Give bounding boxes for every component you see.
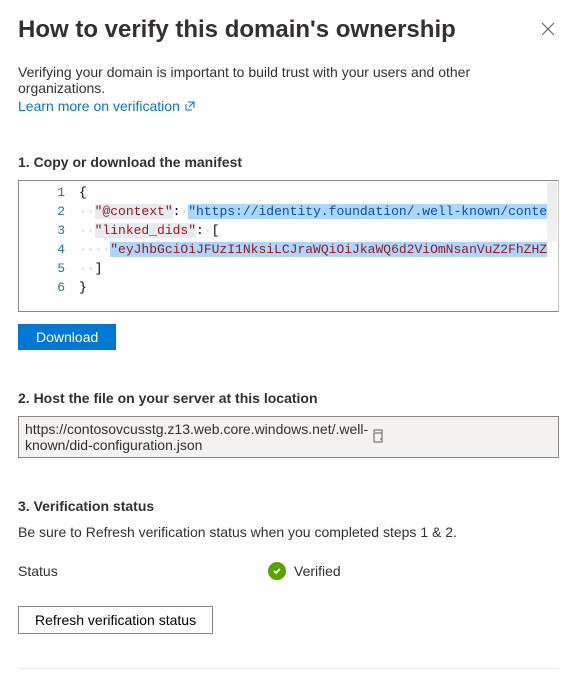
step3-hint: Be sure to Refresh verification status w… (18, 524, 559, 540)
copy-icon (370, 429, 384, 443)
host-url-text: https://contosovcusstg.z13.web.core.wind… (25, 421, 368, 453)
step2-heading: 2. Host the file on your server at this … (18, 390, 559, 406)
external-link-icon (184, 100, 196, 112)
step1-heading: 1. Copy or download the manifest (18, 154, 559, 170)
refresh-status-button[interactable]: Refresh verification status (18, 606, 213, 634)
status-value: Verified (268, 562, 341, 580)
manifest-code-box[interactable]: 123456 { ··"@context":·"https://identity… (18, 180, 559, 312)
learn-more-label: Learn more on verification (18, 98, 180, 114)
learn-more-link[interactable]: Learn more on verification (18, 98, 196, 114)
code-minimap (547, 182, 557, 242)
code-gutter: 123456 (19, 181, 79, 311)
host-url-box: https://contosovcusstg.z13.web.core.wind… (18, 416, 559, 458)
step3-heading: 3. Verification status (18, 498, 559, 514)
close-button[interactable] (537, 18, 559, 43)
verified-check-icon (268, 562, 286, 580)
code-content: { ··"@context":·"https://identity.founda… (79, 181, 558, 311)
status-label: Status (18, 563, 268, 579)
intro-text: Verifying your domain is important to bu… (18, 64, 559, 96)
copy-url-button[interactable] (368, 429, 552, 446)
download-button[interactable]: Download (18, 324, 116, 350)
page-title: How to verify this domain's ownership (18, 16, 456, 44)
footer-divider (18, 668, 559, 669)
close-icon (541, 22, 555, 36)
status-text: Verified (294, 563, 341, 579)
